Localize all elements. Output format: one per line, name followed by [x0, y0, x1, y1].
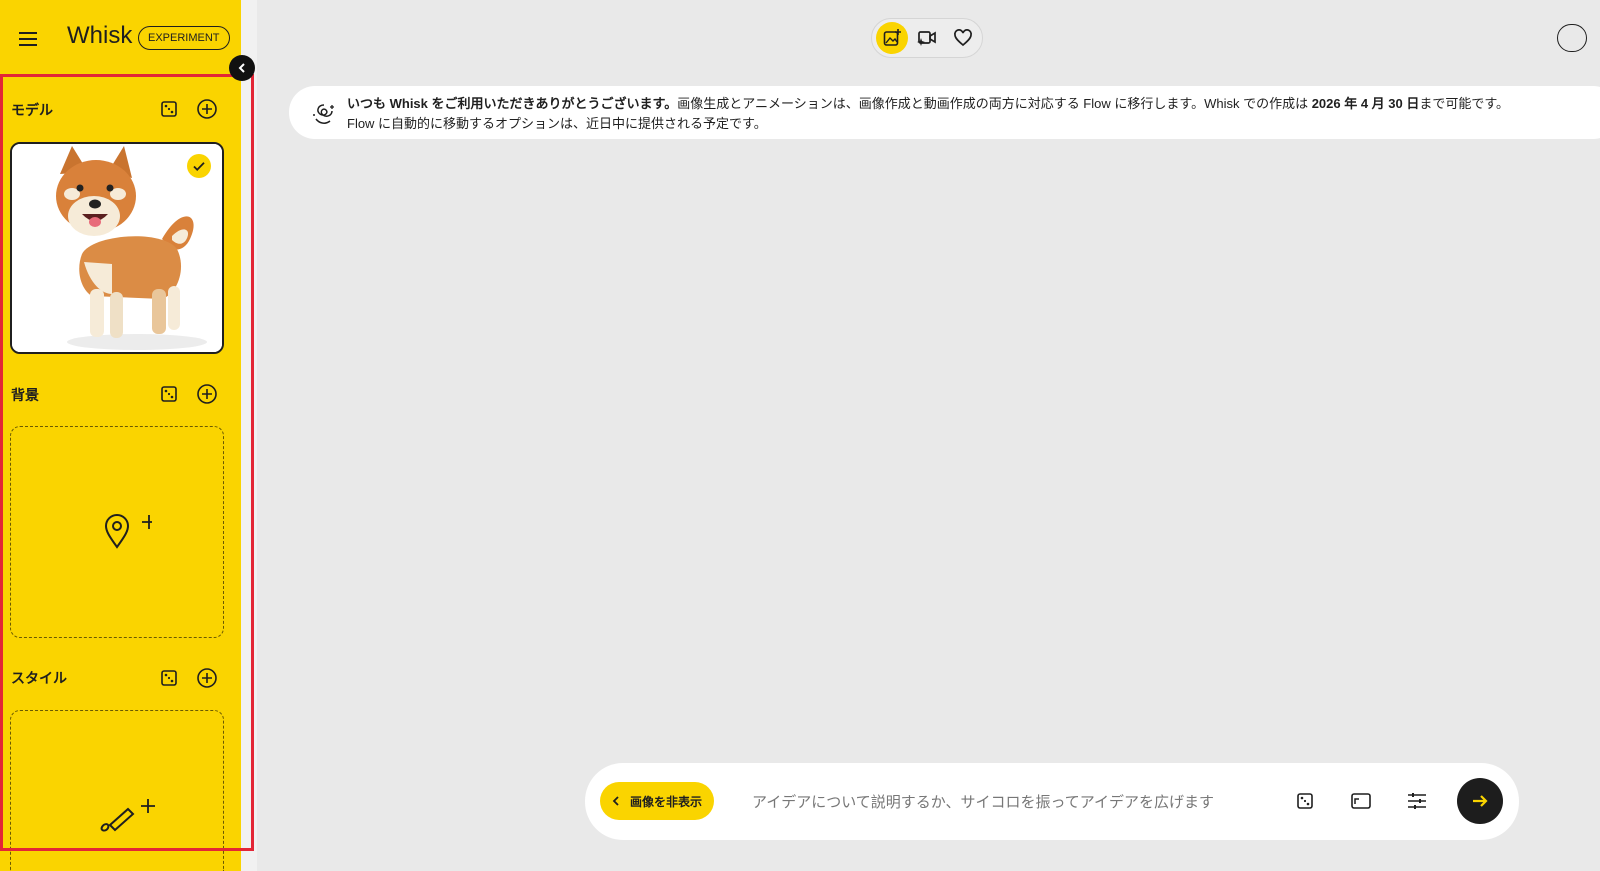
send-button[interactable] — [1457, 778, 1503, 824]
dice-icon[interactable] — [157, 97, 181, 121]
aspect-ratio-icon[interactable] — [1349, 789, 1373, 813]
notice-body-end: まで可能です。 — [1419, 96, 1510, 111]
notice-line-1: いつも Whisk をご利用いただきありがとうございます。画像生成とアニメーショ… — [347, 94, 1509, 114]
style-drop-zone[interactable] — [10, 710, 224, 871]
app-title: Whisk — [67, 22, 133, 49]
sidebar-scrollbar[interactable] — [241, 0, 257, 871]
notice-line-2: Flow に自動的に移動するオプションは、近日中に提供される予定です。 — [347, 115, 767, 131]
prompt-bar: 画像を非表示 — [585, 763, 1519, 840]
location-pin-icon — [104, 513, 156, 558]
sidebar: Whisk EXPERIMENT モデル 背景 スタイル — [0, 0, 241, 871]
dice-icon[interactable] — [157, 382, 181, 406]
experiment-badge: EXPERIMENT — [138, 26, 230, 50]
prompt-input[interactable] — [750, 785, 1274, 819]
image-add-icon[interactable] — [876, 22, 908, 54]
chevron-left-icon — [612, 796, 619, 806]
hamburger-menu-icon[interactable] — [16, 27, 40, 51]
add-circle-icon[interactable] — [195, 382, 219, 406]
section-title-style: スタイル — [11, 670, 67, 686]
model-image-card[interactable] — [10, 142, 224, 354]
dice-icon[interactable] — [157, 666, 181, 690]
hide-images-label: 画像を非表示 — [630, 794, 703, 809]
heart-icon[interactable] — [947, 22, 979, 54]
dice-icon[interactable] — [1293, 789, 1317, 813]
selected-check-icon — [187, 154, 211, 178]
section-title-model: モデル — [11, 102, 53, 118]
hide-images-button[interactable]: 画像を非表示 — [600, 782, 715, 820]
swirl-icon — [311, 101, 337, 132]
add-circle-icon[interactable] — [195, 97, 219, 121]
brush-icon — [98, 797, 158, 842]
add-circle-icon[interactable] — [195, 666, 219, 690]
video-sparkle-icon[interactable] — [911, 22, 943, 54]
background-drop-zone[interactable] — [10, 426, 224, 638]
notice-greeting: いつも Whisk をご利用いただきありがとうございます。 — [347, 96, 678, 111]
tune-icon[interactable] — [1405, 789, 1429, 813]
account-button[interactable] — [1557, 24, 1587, 52]
notice-body: 画像生成とアニメーションは、画像作成と動画作成の両方に対応する Flow に移行… — [677, 96, 1312, 111]
section-title-background: 背景 — [11, 387, 39, 403]
migration-notice: いつも Whisk をご利用いただきありがとうございます。画像生成とアニメーショ… — [289, 86, 1600, 139]
arrow-right-icon — [1473, 795, 1488, 807]
mode-toggle — [871, 18, 983, 58]
chevron-left-icon[interactable] — [229, 55, 255, 81]
notice-deadline: 2026 年 4 月 30 日 — [1311, 96, 1420, 111]
